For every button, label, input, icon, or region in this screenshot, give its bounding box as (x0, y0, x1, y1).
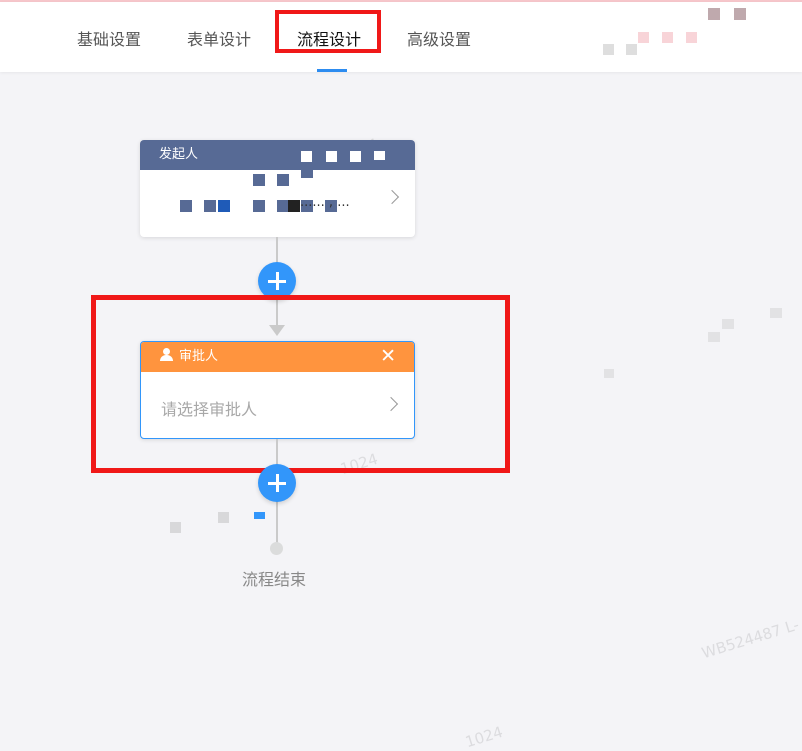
approver-node[interactable]: 审批人 ✕ 请选择审批人 (140, 341, 415, 439)
watermark: 1024 (463, 722, 505, 751)
active-tab-indicator (317, 69, 347, 72)
redaction-block (277, 174, 289, 186)
redaction-block (288, 200, 300, 212)
tab-advanced-settings[interactable]: 高级设置 (407, 30, 471, 50)
close-icon[interactable]: ✕ (380, 342, 396, 370)
tab-form-design[interactable]: 表单设计 (187, 30, 251, 50)
redaction-block (604, 369, 614, 378)
start-node[interactable]: 发起人 ...... , ... (140, 140, 415, 237)
redaction-block (722, 319, 734, 329)
redaction-block (218, 200, 230, 212)
redaction-block (374, 151, 385, 160)
tab-basic-settings[interactable]: 基础设置 (77, 30, 141, 50)
redaction-block (708, 8, 720, 20)
start-node-header: 发起人 (140, 140, 415, 170)
redaction-block (254, 512, 265, 519)
approver-node-header: 审批人 ✕ (141, 342, 414, 372)
redaction-block (204, 200, 216, 212)
redaction-block (180, 200, 192, 212)
approver-placeholder: 请选择审批人 (161, 400, 258, 419)
start-node-content: ...... , ... (300, 195, 350, 210)
end-node-label: 流程结束 (242, 570, 307, 589)
redaction-block (301, 166, 313, 178)
watermark: WB524487 L- (699, 615, 802, 663)
redaction-block (662, 32, 673, 43)
chevron-right-icon (383, 396, 399, 412)
redaction-block (326, 151, 337, 162)
user-icon (160, 348, 173, 361)
redaction-block (253, 174, 265, 186)
approver-node-body: 请选择审批人 (141, 372, 414, 438)
redaction-block (218, 512, 229, 523)
redaction-block (603, 44, 614, 55)
redaction-block (626, 44, 637, 55)
redaction-block (350, 151, 361, 162)
end-node-dot (270, 542, 283, 555)
start-node-body: ...... , ... (140, 166, 415, 237)
redaction-block (301, 151, 312, 162)
redaction-block (734, 8, 746, 20)
start-node-title: 发起人 (159, 147, 199, 162)
add-node-button[interactable] (258, 464, 296, 502)
redaction-block (770, 308, 782, 318)
tab-bar: 基础设置 表单设计 流程设计 高级设置 (0, 2, 802, 72)
redaction-block (708, 332, 720, 342)
redaction-block (170, 522, 181, 533)
redaction-block (686, 32, 697, 43)
chevron-right-icon (384, 189, 400, 205)
redaction-block (253, 200, 265, 212)
highlight-box-tab (275, 10, 381, 53)
redaction-block (638, 32, 649, 43)
approver-node-title: 审批人 (179, 349, 219, 364)
